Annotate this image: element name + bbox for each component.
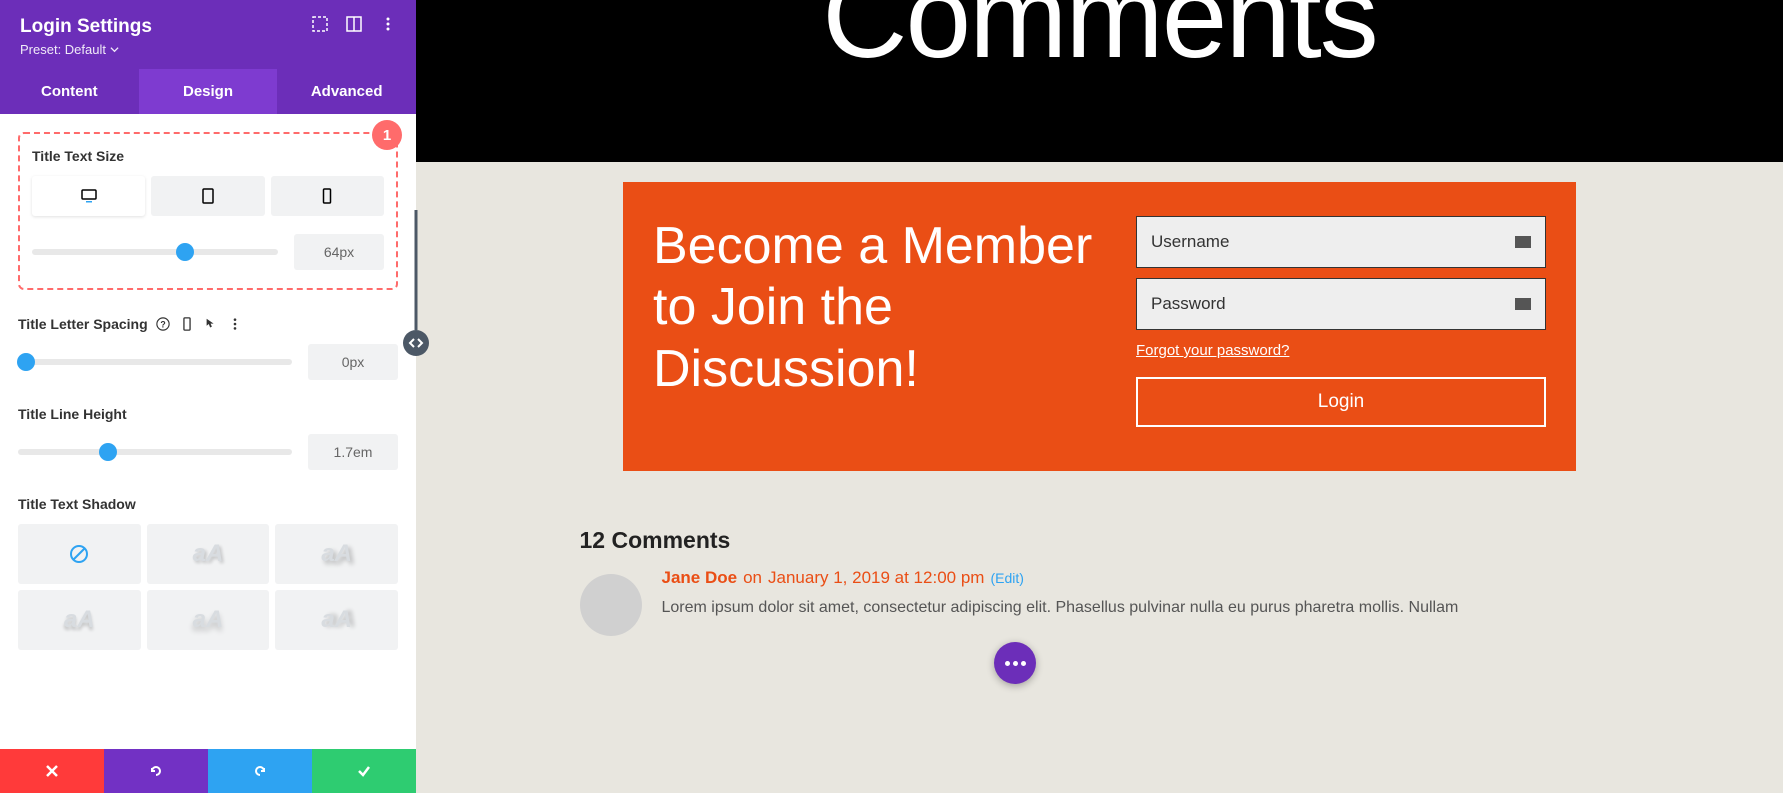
comments-section: 12 Comments Jane Doe on January 1, 2019 … — [560, 527, 1640, 636]
hero-title: Comments — [822, 0, 1376, 59]
device-desktop[interactable] — [32, 176, 145, 216]
resize-icon — [408, 335, 424, 351]
text-shadow-label: Title Text Shadow — [18, 496, 398, 512]
forgot-password-link[interactable]: Forgot your password? — [1136, 342, 1546, 359]
text-shadow-grid: aA aA aA aA aA — [18, 524, 398, 650]
settings-tabs: Content Design Advanced — [0, 69, 416, 114]
desktop-icon — [81, 188, 97, 204]
phone-icon — [319, 188, 335, 204]
letter-spacing-slider[interactable] — [18, 359, 292, 365]
letter-spacing-value[interactable]: 0px — [308, 344, 398, 380]
comment-on: on — [743, 568, 762, 588]
shadow-preset-2[interactable]: aA — [275, 524, 398, 584]
redo-icon — [252, 763, 268, 779]
undo-icon — [148, 763, 164, 779]
close-icon — [44, 763, 60, 779]
settings-sidebar: Login Settings Preset: Default Content D… — [0, 0, 416, 793]
svg-text:?: ? — [160, 320, 165, 330]
layout-icon[interactable] — [346, 16, 362, 32]
tab-advanced[interactable]: Advanced — [277, 69, 416, 114]
shadow-preset-3[interactable]: aA — [18, 590, 141, 650]
comment-author[interactable]: Jane Doe — [662, 568, 738, 588]
save-button[interactable] — [312, 749, 416, 793]
text-size-value[interactable]: 64px — [294, 234, 384, 270]
login-button[interactable]: Login — [1136, 377, 1546, 427]
none-icon — [69, 544, 89, 564]
comment-edit-link[interactable]: (Edit) — [990, 570, 1023, 586]
login-cta: Become a Member to Join the Discussion! … — [623, 182, 1576, 471]
password-input[interactable]: Password — [1136, 278, 1546, 330]
cta-heading: Become a Member to Join the Discussion! — [653, 216, 1096, 400]
text-size-label: Title Text Size — [32, 148, 384, 164]
autofill-icon — [1515, 298, 1531, 310]
comment-body: Lorem ipsum dolor sit amet, consectetur … — [662, 596, 1620, 620]
autofill-icon — [1515, 236, 1531, 248]
panel-header: Login Settings Preset: Default — [0, 0, 416, 69]
tab-design[interactable]: Design — [139, 69, 278, 114]
preview-area: Comments Become a Member to Join the Dis… — [416, 0, 1783, 793]
comment-item: Jane Doe on January 1, 2019 at 12:00 pm … — [580, 568, 1620, 636]
hover-icon[interactable] — [204, 317, 218, 331]
letter-spacing-label: Title Letter Spacing ? — [18, 316, 398, 332]
username-input[interactable]: Username — [1136, 216, 1546, 268]
panel-body: 1 Title Text Size — [0, 114, 416, 749]
shadow-preset-4[interactable]: aA — [147, 590, 270, 650]
resize-handle[interactable] — [403, 330, 429, 356]
hero-section: Comments — [416, 0, 1783, 162]
shadow-preset-5[interactable]: aA — [275, 590, 398, 650]
comment-date: January 1, 2019 at 12:00 pm — [768, 568, 984, 588]
module-actions-fab[interactable] — [994, 642, 1036, 684]
panel-title: Login Settings — [20, 16, 152, 38]
line-height-value[interactable]: 1.7em — [308, 434, 398, 470]
tab-content[interactable]: Content — [0, 69, 139, 114]
shadow-preset-1[interactable]: aA — [147, 524, 270, 584]
comments-count: 12 Comments — [580, 527, 1620, 554]
responsive-icon[interactable] — [180, 317, 194, 331]
line-height-slider[interactable] — [18, 449, 292, 455]
highlighted-setting: 1 Title Text Size — [18, 132, 398, 290]
cancel-button[interactable] — [0, 749, 104, 793]
callout-badge: 1 — [372, 120, 402, 150]
panel-footer — [0, 749, 416, 793]
check-icon — [356, 763, 372, 779]
line-height-label: Title Line Height — [18, 406, 398, 422]
undo-button[interactable] — [104, 749, 208, 793]
preset-dropdown[interactable]: Preset: Default — [20, 42, 152, 57]
tablet-icon — [200, 188, 216, 204]
more-icon[interactable] — [380, 16, 396, 32]
redo-button[interactable] — [208, 749, 312, 793]
expand-icon[interactable] — [312, 16, 328, 32]
shadow-none[interactable] — [18, 524, 141, 584]
more-options-icon[interactable] — [228, 317, 242, 331]
help-icon[interactable]: ? — [156, 317, 170, 331]
text-size-slider[interactable] — [32, 249, 278, 255]
device-phone[interactable] — [271, 176, 384, 216]
avatar — [580, 574, 642, 636]
device-tablet[interactable] — [151, 176, 264, 216]
chevron-down-icon — [110, 45, 119, 54]
